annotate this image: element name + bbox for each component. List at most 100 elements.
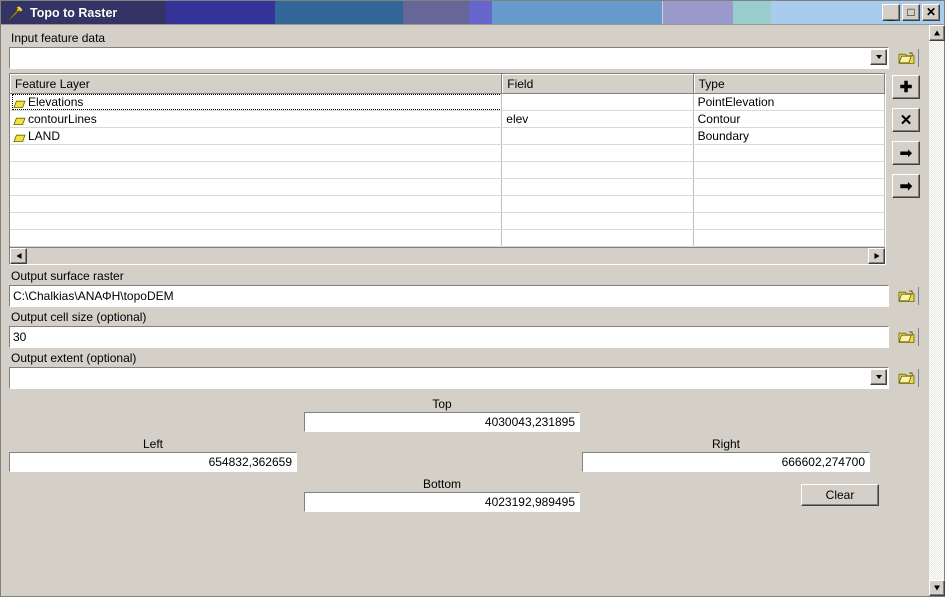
cell-empty[interactable]: [501, 212, 694, 230]
maximize-icon: □: [907, 5, 915, 19]
cell-feature-layer[interactable]: LAND: [10, 127, 503, 145]
cell-empty[interactable]: [501, 229, 694, 247]
cell-empty[interactable]: [693, 229, 885, 247]
output-surface-raster-field[interactable]: C:\Chalkias\ΑΝΑΦΗ\topoDEM: [8, 284, 890, 308]
cell-empty[interactable]: [10, 229, 503, 247]
cell-empty[interactable]: [501, 144, 694, 162]
extent-right-field[interactable]: 666602,274700: [581, 451, 871, 473]
titlebar-band: [166, 1, 276, 24]
scroll-left-button[interactable]: [10, 248, 27, 264]
maximize-button[interactable]: □: [902, 4, 920, 21]
open-folder-icon: [898, 289, 916, 303]
topo-to-raster-dialog: Topo to Raster _ □ ✕ Input feature data: [0, 0, 945, 597]
cell-empty[interactable]: [501, 195, 694, 213]
extent-left-value: 654832,362659: [208, 455, 292, 469]
cell-feature-layer[interactable]: Elevations: [10, 93, 503, 111]
cell-empty[interactable]: [10, 161, 503, 179]
output-extent-browse-button[interactable]: [894, 367, 920, 389]
cell-empty[interactable]: [501, 161, 694, 179]
cell-feature-layer[interactable]: contourLines: [10, 110, 503, 128]
cell-empty[interactable]: [693, 144, 885, 162]
extent-bottom-field[interactable]: 4023192,989495: [303, 491, 581, 513]
feature-grid-horizontal-scrollbar[interactable]: [10, 247, 885, 264]
output-surface-raster-value[interactable]: C:\Chalkias\ΑΝΑΦΗ\topoDEM: [10, 286, 888, 306]
scroll-down-button[interactable]: [929, 580, 945, 596]
output-extent-combo[interactable]: [8, 366, 890, 390]
input-feature-data-dropdown-button[interactable]: [870, 49, 887, 65]
cell-type[interactable]: Contour: [693, 110, 885, 128]
output-cell-size-browse-button[interactable]: [894, 326, 920, 348]
cell-empty[interactable]: [501, 178, 694, 196]
minimize-icon: _: [887, 7, 895, 22]
column-header-feature-layer[interactable]: Feature Layer: [10, 74, 503, 94]
input-feature-data-row: [8, 46, 920, 70]
extent-top-label: Top: [432, 397, 452, 411]
cell-field[interactable]: [501, 127, 694, 145]
extent-left-group: Left 654832,362659: [8, 437, 298, 473]
extent-top-field[interactable]: 4030043,231895: [303, 411, 581, 433]
feature-layer-icon: [13, 98, 26, 108]
cell-empty[interactable]: [693, 195, 885, 213]
table-row-empty[interactable]: [10, 195, 885, 213]
feature-layer-icon: [13, 115, 26, 125]
arrow-up-icon: ➟: [899, 144, 913, 162]
feature-grid[interactable]: Feature Layer Field Type Elevations Point…: [8, 72, 887, 266]
add-row-button[interactable]: ✚: [892, 75, 920, 99]
titlebar-band: [275, 1, 403, 24]
table-row[interactable]: Elevations PointElevation: [10, 93, 885, 111]
cell-empty[interactable]: [693, 212, 885, 230]
scroll-right-button[interactable]: [868, 248, 885, 264]
table-row-empty[interactable]: [10, 161, 885, 179]
output-cell-size-label: Output cell size (optional): [11, 310, 147, 324]
cell-type[interactable]: PointElevation: [693, 93, 885, 111]
column-header-type[interactable]: Type: [693, 74, 885, 94]
cross-icon: ✕: [899, 111, 913, 129]
remove-row-button[interactable]: ✕: [892, 108, 920, 132]
extent-left-field[interactable]: 654832,362659: [8, 451, 298, 473]
open-folder-icon: [898, 371, 916, 385]
scrollbar-trough[interactable]: [27, 248, 868, 264]
extent-coordinates: Top 4030043,231895 Left 654832,362659 Ri…: [8, 397, 920, 515]
table-row-empty[interactable]: [10, 229, 885, 247]
cell-empty[interactable]: [10, 195, 503, 213]
feature-table-head: Feature Layer Field Type: [10, 74, 885, 94]
input-feature-data-combo[interactable]: [8, 46, 890, 70]
cell-empty[interactable]: [693, 161, 885, 179]
output-cell-size-value[interactable]: 30: [10, 327, 888, 347]
scrollbar-trough[interactable]: [929, 41, 944, 580]
cell-empty[interactable]: [10, 144, 503, 162]
arrow-right-icon: [874, 253, 879, 259]
cell-field[interactable]: elev: [501, 110, 694, 128]
close-button[interactable]: ✕: [922, 4, 940, 21]
scroll-up-button[interactable]: [929, 25, 945, 41]
chevron-down-icon: [875, 375, 882, 379]
table-row-empty[interactable]: [10, 144, 885, 162]
table-row-empty[interactable]: [10, 178, 885, 196]
open-folder-icon: [898, 51, 916, 65]
titlebar-band: [662, 1, 734, 24]
move-down-button[interactable]: ➡: [892, 174, 920, 198]
cell-empty[interactable]: [693, 178, 885, 196]
output-extent-dropdown-button[interactable]: [870, 369, 887, 385]
title-bar[interactable]: Topo to Raster _ □ ✕: [1, 1, 944, 25]
dialog-vertical-scrollbar[interactable]: [928, 25, 945, 596]
table-row[interactable]: contourLines elev Contour: [10, 110, 885, 128]
column-header-field[interactable]: Field: [501, 74, 694, 94]
cell-feature-layer-text: contourLines: [28, 112, 97, 126]
output-extent-value[interactable]: [10, 368, 888, 388]
input-feature-data-browse-button[interactable]: [894, 47, 920, 69]
cell-field[interactable]: [501, 93, 694, 111]
cell-empty[interactable]: [10, 178, 503, 196]
move-up-button[interactable]: ➟: [892, 141, 920, 165]
minimize-button[interactable]: _: [882, 4, 900, 22]
arrow-left-icon: [16, 253, 21, 259]
clear-button[interactable]: Clear: [801, 484, 879, 506]
table-row[interactable]: LAND Boundary: [10, 127, 885, 145]
cell-type[interactable]: Boundary: [693, 127, 885, 145]
cell-empty[interactable]: [10, 212, 503, 230]
output-cell-size-field[interactable]: 30: [8, 325, 890, 349]
feature-grid-section: Feature Layer Field Type Elevations Point…: [8, 72, 920, 266]
output-surface-raster-browse-button[interactable]: [894, 285, 920, 307]
input-feature-data-value[interactable]: [10, 48, 888, 68]
table-row-empty[interactable]: [10, 212, 885, 230]
